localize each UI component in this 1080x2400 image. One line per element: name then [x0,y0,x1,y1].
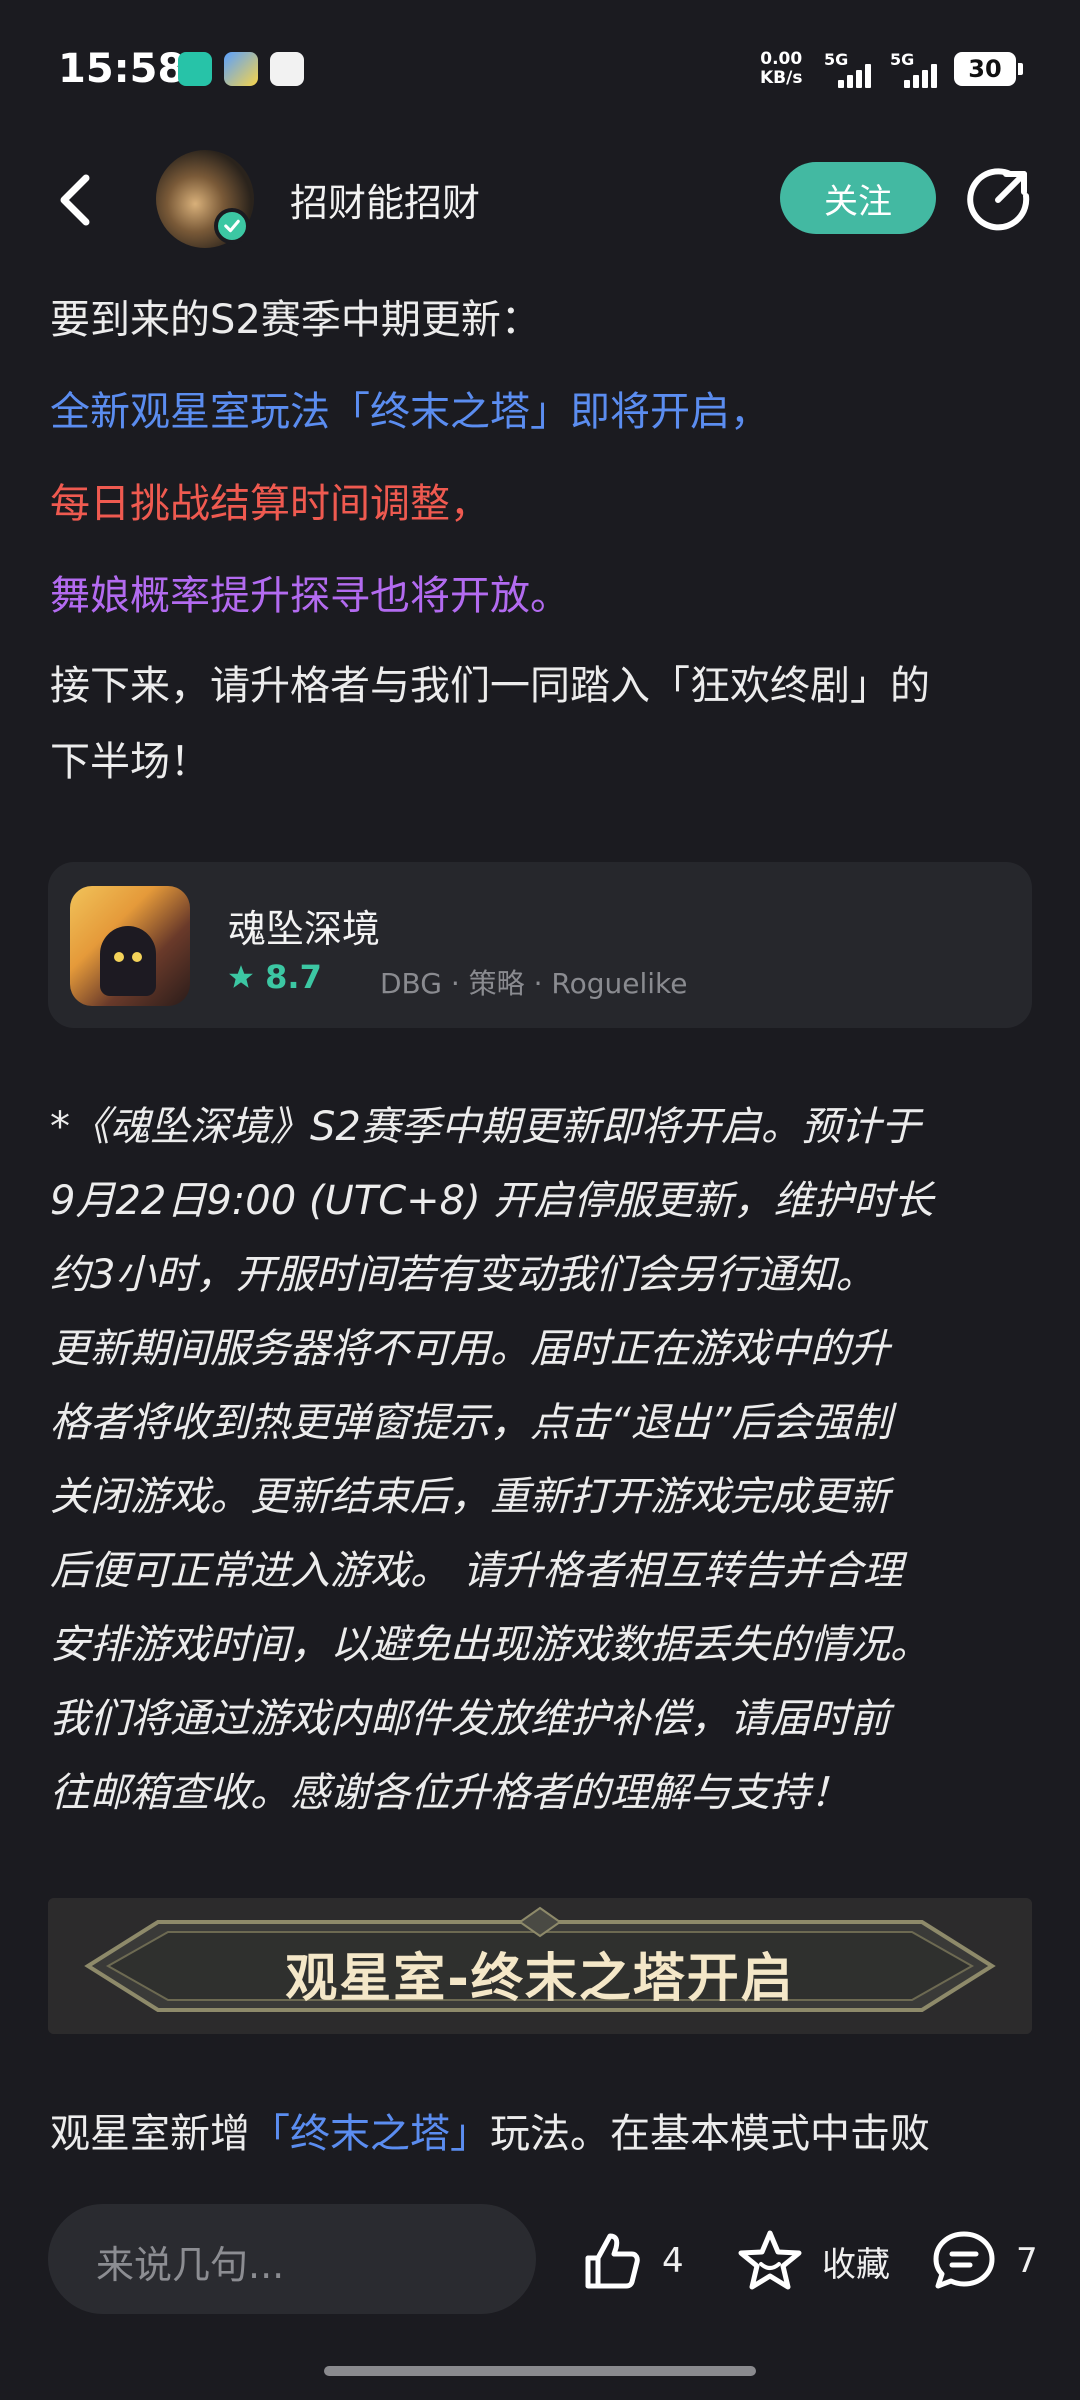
notice-line: 9月22日9:00 (UTC+8) 开启停服更新，维护时长 [50,1178,934,1224]
boss-app-icon [178,52,212,86]
tower-link[interactable]: 「终末之塔」 [250,2111,490,2157]
comment-icon [933,2231,995,2289]
notice-line: 安排游戏时间，以避免出现游戏数据丢失的情况。 [50,1622,930,1668]
favorite-label: 收藏 [822,2244,890,2285]
notice-line: 我们将通过游戏内邮件发放维护补偿，请届时前 [50,1696,890,1742]
intro-text: 要到来的S2赛季中期更新： [50,297,541,343]
game-rating: 8.7 [228,958,322,996]
notice-line: 后便可正常进入游戏。 请升格者相互转告并合理 [50,1548,903,1594]
like-button[interactable]: 4 [578,2226,684,2296]
notice-line: 格者将收到热更弹窗提示，点击“退出”后会强制 [50,1400,892,1446]
comment-count: 7 [1016,2241,1038,2281]
notice-line: 更新期间服务器将不可用。届时正在游戏中的升 [50,1326,890,1372]
net-speed: 0.00 KB/s [760,49,803,88]
highlight-red: 每日挑战结算时间调整， [50,481,490,527]
banner-title: 观星室-终末之塔开启 [285,1949,795,2009]
favorite-button[interactable]: 收藏 [736,2226,890,2296]
follow-button[interactable]: 关注 [780,162,936,234]
app-notification-icon [224,52,258,86]
outro-line-2: 下半场！ [50,739,210,785]
star-icon [229,965,253,988]
status-time: 15:58 [58,46,186,92]
notice-line: 往邮箱查收。感谢各位升格者的理解与支持！ [50,1770,850,1816]
notice-line: 约3小时，开服时间若有变动我们会另行通知。 [50,1252,876,1298]
section-text: 观星室新增「终末之塔」玩法。在基本模式中击败 [50,2111,930,2157]
comment-button[interactable]: 7 [930,2226,1038,2296]
battery-indicator: 30 [954,52,1023,86]
highlight-blue: 全新观星室玩法「终末之塔」即将开启， [50,389,770,435]
notice-line: 关闭游戏。更新结束后，重新打开游戏完成更新 [50,1474,890,1520]
favorite-icon [738,2230,802,2290]
game-icon [70,886,190,1006]
outro-line-1: 接下来，请升格者与我们一同踏入「狂欢终剧」的 [50,663,930,709]
maintenance-notice: *《魂坠深境》S2赛季中期更新即将开启。预计于 9月22日9:00 (UTC+8… [50,1090,1040,1830]
alipay-icon [270,52,304,86]
comment-placeholder: 来说几句... [96,2243,285,2287]
highlight-purple: 舞娘概率提升探寻也将开放。 [50,573,570,619]
game-name: 魂坠深境 [228,907,381,951]
status-bar: 15:58 0.00 KB/s 5G 5G 30 [0,0,1080,140]
like-icon [585,2233,640,2289]
comment-input[interactable]: 来说几句... [48,2204,536,2314]
verified-icon [214,208,250,244]
like-count: 4 [662,2241,684,2281]
game-tags: DBG · 策略 · Roguelike [380,967,688,1000]
section-banner: 观星室-终末之塔开启 [48,1898,1032,2034]
notice-line: *《魂坠深境》S2赛季中期更新即将开启。预计于 [50,1104,921,1150]
back-icon[interactable] [56,170,96,230]
author-name[interactable]: 招财能招财 [290,172,480,227]
home-indicator[interactable] [324,2366,756,2376]
share-icon[interactable] [966,166,1032,232]
game-card[interactable]: 魂坠深境 8.7 DBG · 策略 · Roguelike [48,862,1032,1028]
